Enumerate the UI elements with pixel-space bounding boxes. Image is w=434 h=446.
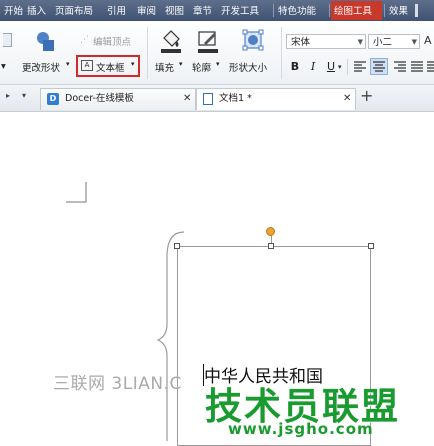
tab-label: 文档1 * (219, 93, 252, 104)
grow-font-icon[interactable]: A (424, 34, 432, 47)
underline-dropdown-icon[interactable]: ▾ (338, 63, 342, 71)
edit-vertices-icon[interactable]: ⋰ (80, 35, 89, 45)
shape-size-icon[interactable] (240, 27, 266, 58)
fill-dropdown-icon[interactable]: ▾ (179, 60, 183, 68)
textbox-icon[interactable]: A (81, 60, 93, 71)
menu-view[interactable]: 视图 (165, 3, 184, 17)
menu-section[interactable]: 章节 (193, 3, 212, 17)
menu-separator (329, 4, 330, 17)
rotation-handle[interactable] (266, 227, 275, 236)
menu-review[interactable]: 审阅 (137, 3, 156, 17)
textbox-button[interactable]: 文本框 (96, 60, 125, 74)
fill-bucket-icon[interactable] (158, 28, 184, 57)
document-tab-bar: ▸ ▾ D Docer-在线模板 ✕ 文档1 * ✕ + (0, 85, 434, 112)
outline-dropdown-icon[interactable]: ▾ (216, 60, 220, 68)
change-shape-button[interactable]: 更改形状 (22, 60, 60, 74)
clipped-dropdown-arrow[interactable]: ▾ (1, 61, 6, 72)
distribute-icon[interactable] (427, 61, 434, 76)
change-shape-dropdown-icon[interactable]: ▾ (66, 60, 70, 68)
textbox-dropdown-icon[interactable]: ▾ (131, 60, 135, 68)
tab-document-1[interactable]: 文档1 * ✕ (196, 88, 356, 110)
docer-logo-icon: D (47, 93, 59, 105)
italic-button[interactable]: I (306, 60, 320, 74)
clipped-shape-icon[interactable] (3, 33, 12, 47)
ribbon-separator (281, 27, 282, 79)
outline-button[interactable]: 轮廓 (192, 60, 211, 74)
menu-drawing-tools[interactable]: 绘图工具 (334, 3, 372, 17)
menu-effects[interactable]: 效果 (389, 3, 408, 17)
change-shape-icon[interactable] (32, 28, 58, 57)
align-right-icon[interactable] (394, 61, 406, 76)
menu-separator (384, 4, 385, 17)
ribbon-separator (147, 27, 148, 79)
watermark-url: www.jsgho.com (228, 420, 374, 438)
align-center-button[interactable] (370, 58, 388, 75)
close-icon[interactable]: ✕ (343, 89, 351, 109)
menu-developer[interactable]: 开发工具 (221, 3, 259, 17)
close-icon[interactable]: ✕ (183, 89, 191, 109)
font-name-value: 宋体 (291, 37, 311, 48)
menu-insert[interactable]: 插入 (27, 3, 46, 17)
shape-size-button[interactable]: 形状大小 (229, 60, 267, 74)
justify-icon[interactable] (411, 61, 423, 76)
edit-vertices-button[interactable]: 编辑顶点 (93, 34, 131, 48)
align-left-icon[interactable] (354, 61, 366, 76)
tab-label: Docer-在线模板 (65, 93, 134, 104)
menu-page-layout[interactable]: 页面布局 (55, 3, 93, 17)
menu-special-features[interactable]: 特色功能 (278, 3, 316, 17)
font-size-value: 小二 (373, 37, 393, 48)
menu-start[interactable]: 开始 (4, 3, 23, 17)
new-tab-button[interactable]: + (360, 86, 373, 105)
resize-handle-top-right[interactable] (368, 243, 374, 249)
tab-scroll-left-icon[interactable]: ▸ (6, 91, 16, 101)
page-margin-corner-mark (66, 182, 87, 203)
align-center-icon (373, 61, 385, 72)
menu-separator (273, 4, 274, 17)
font-size-select[interactable]: 小二 ▼ (368, 34, 420, 49)
menu-overflow-icon[interactable] (415, 4, 418, 17)
bold-button[interactable]: B (288, 60, 302, 74)
chevron-down-icon: ▼ (357, 38, 363, 46)
document-canvas[interactable]: 中华人民共和国 三联网 3LIAN.C 技术员联盟 www.jsgho.com (0, 112, 434, 446)
tab-docer-templates[interactable]: D Docer-在线模板 ✕ (40, 88, 196, 110)
menu-references[interactable]: 引用 (107, 3, 126, 17)
chevron-down-icon: ▼ (411, 38, 417, 46)
resize-handle-top[interactable] (268, 243, 274, 249)
underline-button[interactable]: U (324, 60, 338, 74)
ribbon-separator (347, 59, 348, 75)
outline-pen-icon[interactable] (195, 28, 221, 57)
tab-list-dropdown-icon[interactable]: ▾ (22, 91, 32, 101)
font-name-select[interactable]: 宋体 ▼ (286, 34, 366, 49)
document-icon (203, 93, 213, 105)
resize-handle-top-left[interactable] (174, 243, 180, 249)
watermark-sanlian: 三联网 3LIAN.C (53, 374, 182, 394)
menu-bar: 开始 插入 页面布局 引用 审阅 视图 章节 开发工具 特色功能 绘图工具 效果 (0, 0, 434, 21)
fill-button[interactable]: 填充 (155, 60, 174, 74)
ribbon: ▾ 更改形状 ▾ ⋰ 编辑顶点 A 文本框 ▾ 填充 ▾ 轮廓 ▾ 形状大小 宋… (0, 21, 434, 85)
